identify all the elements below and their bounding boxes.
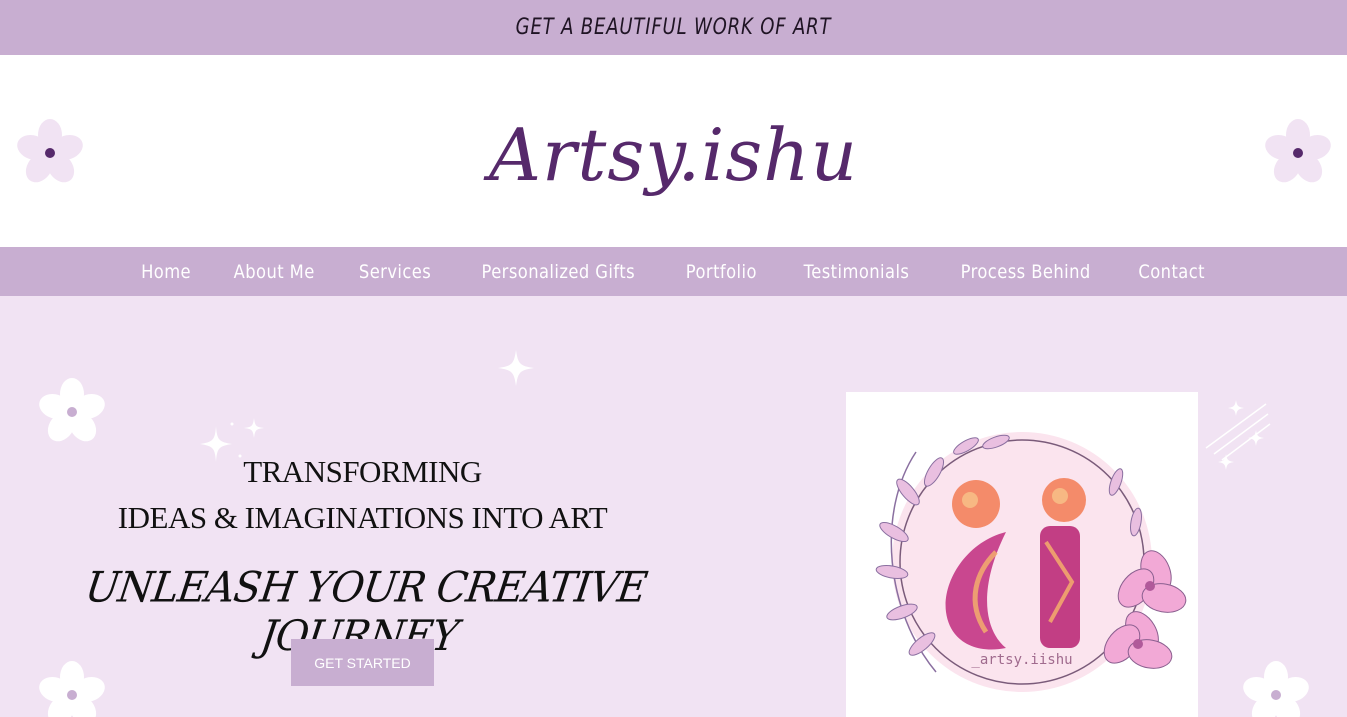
nav-item-portfolio[interactable]: Portfolio xyxy=(672,261,771,283)
announcement-bar: GET A BEAUTIFUL WORK OF ART xyxy=(0,0,1347,55)
logo-handle-text: _artsy.iishu xyxy=(971,652,1073,668)
sparkle-icon xyxy=(1205,400,1271,470)
flower-icon xyxy=(1265,119,1331,183)
flower-icon xyxy=(39,661,105,717)
hero-heading-line1: TRANSFORMING xyxy=(243,454,482,489)
site-header: Artsy.ishu xyxy=(0,55,1347,247)
logo-artwork xyxy=(875,432,1187,692)
flower-icon xyxy=(1243,661,1309,717)
nav-item-about-me[interactable]: About Me xyxy=(220,261,329,283)
main-nav: Home About Me Services Personalized Gift… xyxy=(0,247,1347,296)
nav-item-home[interactable]: Home xyxy=(127,261,204,283)
brand-logo-image: _artsy.iishu xyxy=(846,392,1198,717)
hero-heading-line2: IDEAS & IMAGINATIONS INTO ART xyxy=(117,500,608,535)
announcement-text: GET A BEAUTIFUL WORK OF ART xyxy=(515,15,832,40)
get-started-button[interactable]: GET STARTED xyxy=(291,639,434,686)
nav-item-personalized-gifts[interactable]: Personalized Gifts xyxy=(468,261,649,283)
nav-item-services[interactable]: Services xyxy=(345,261,445,283)
flower-icon xyxy=(17,119,83,183)
hero-section: TRANSFORMING IDEAS & IMAGINATIONS INTO A… xyxy=(0,296,1347,717)
nav-item-testimonials[interactable]: Testimonials xyxy=(789,261,922,283)
sparkle-icon xyxy=(498,350,534,386)
nav-item-contact[interactable]: Contact xyxy=(1124,261,1218,283)
flower-icon xyxy=(39,378,105,442)
site-logo[interactable]: Artsy.ishu xyxy=(489,113,858,197)
nav-item-process-behind[interactable]: Process Behind xyxy=(946,261,1104,283)
